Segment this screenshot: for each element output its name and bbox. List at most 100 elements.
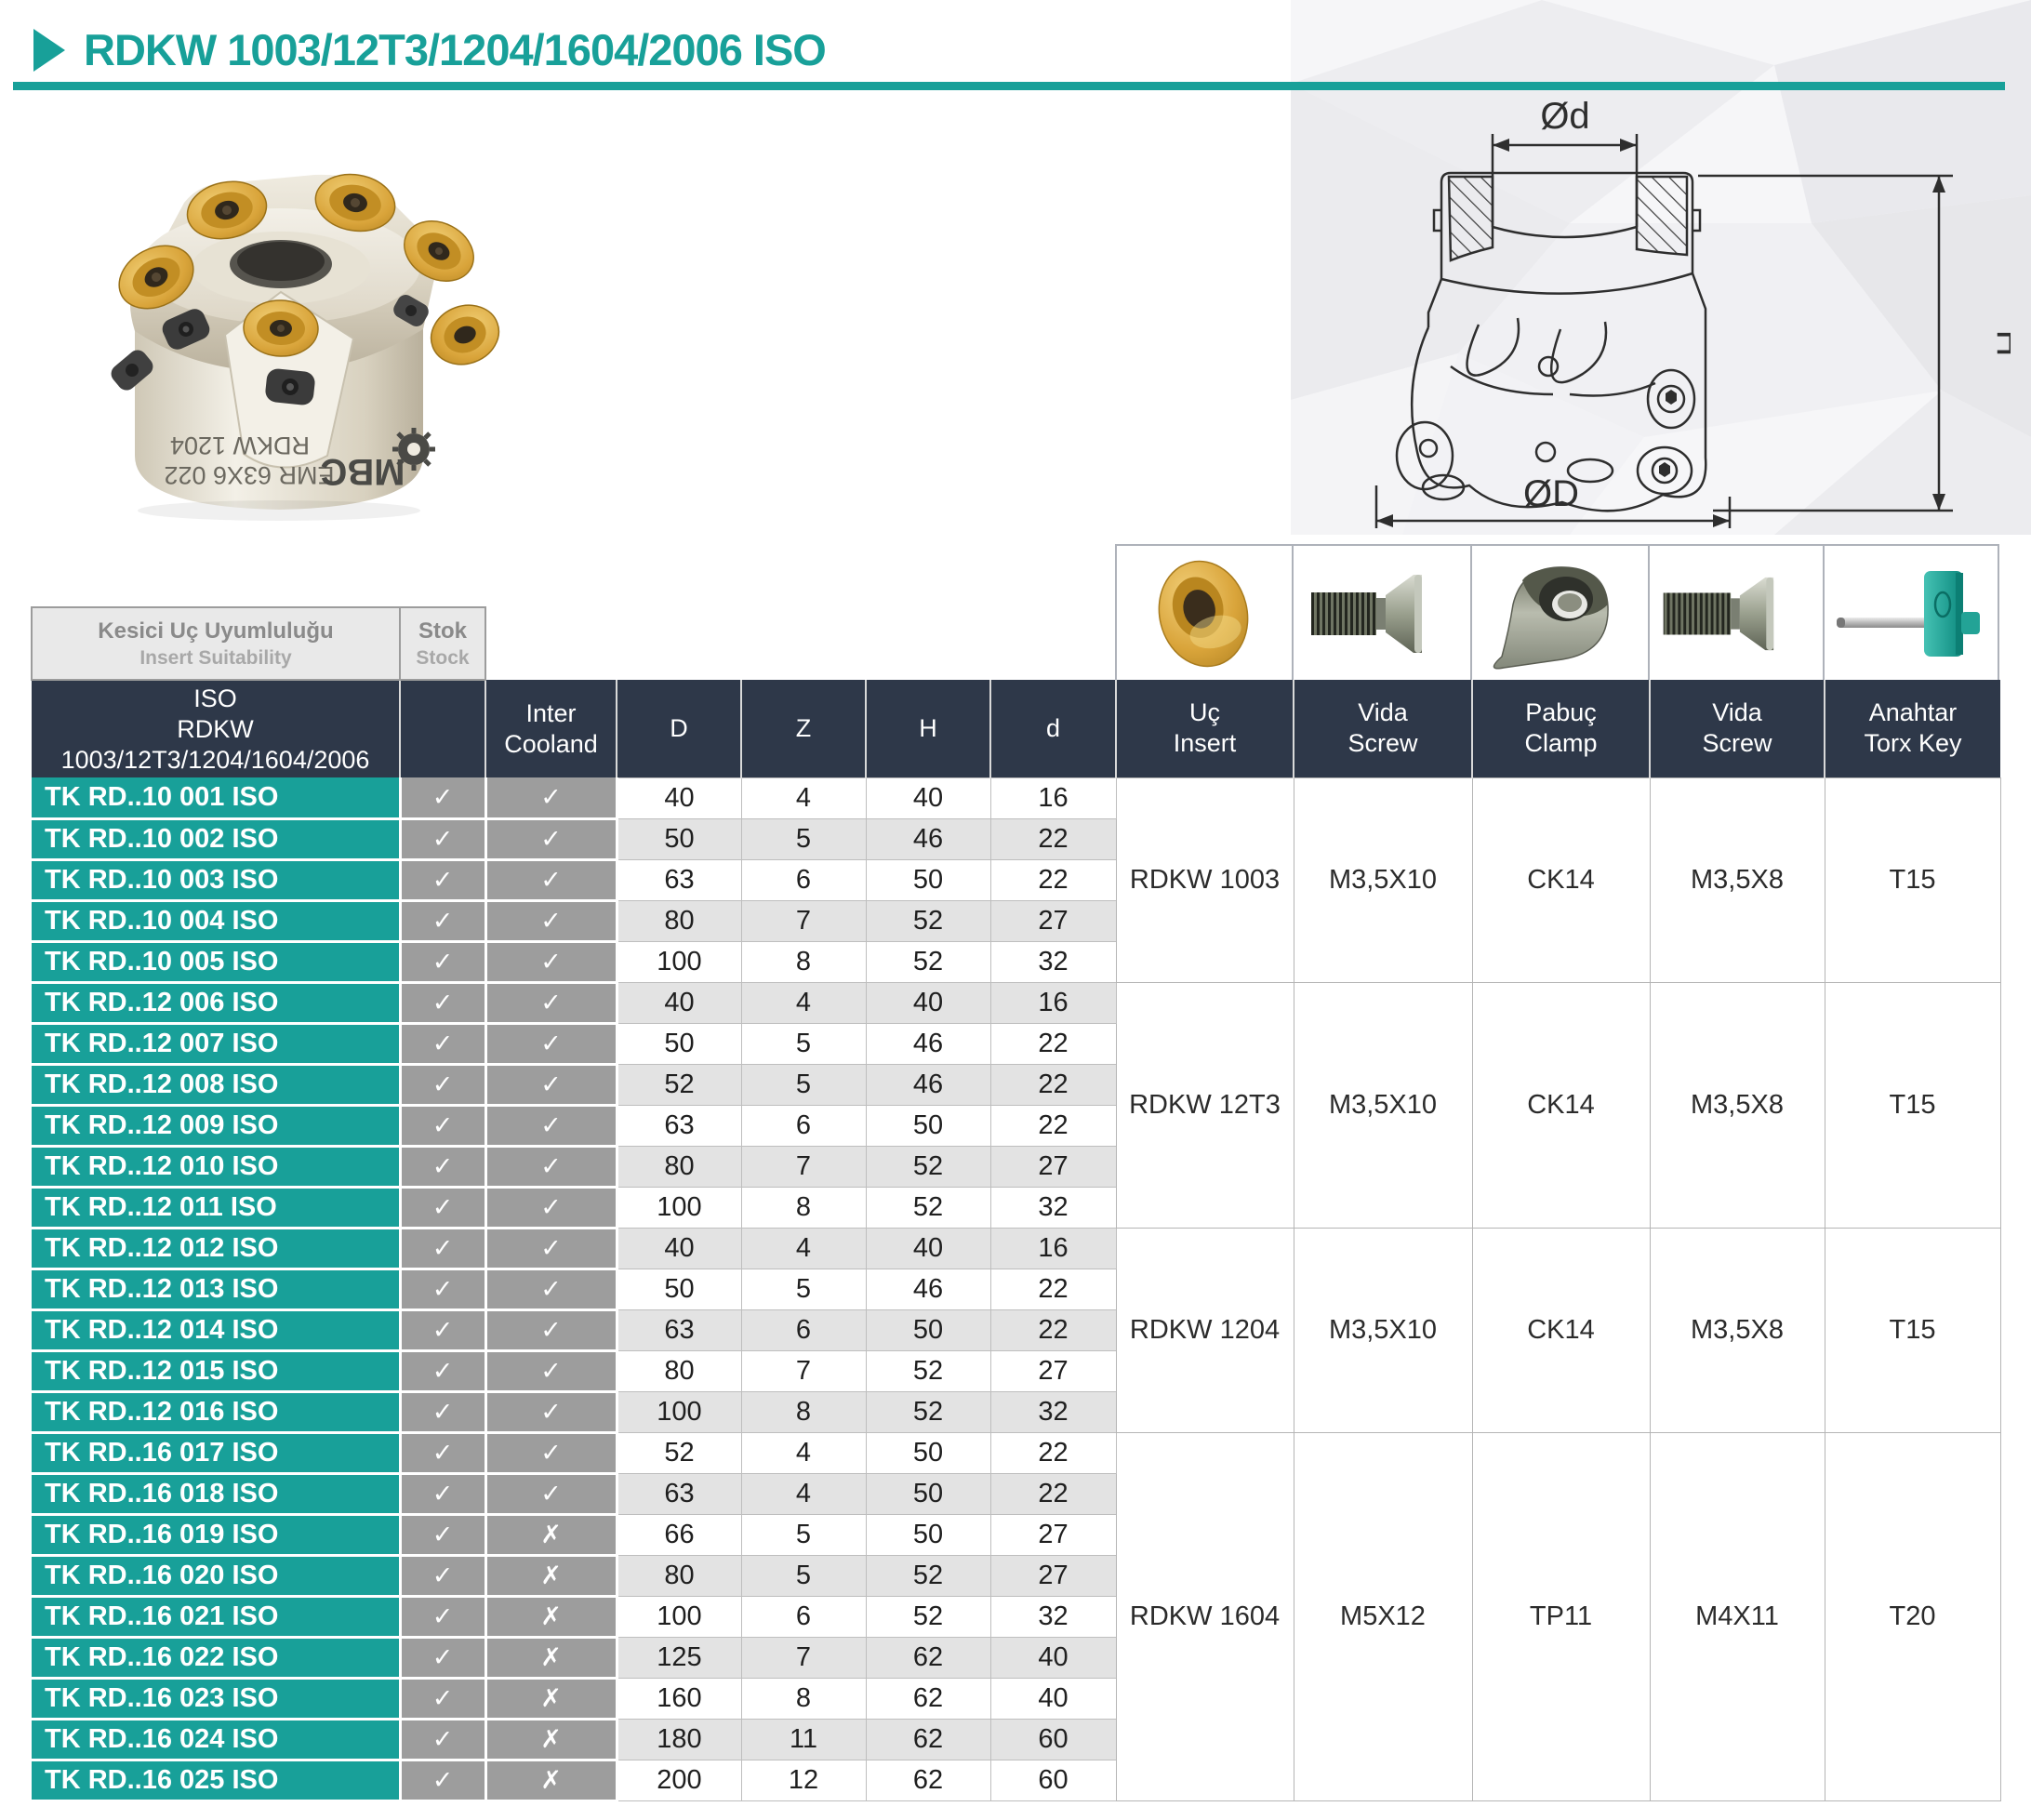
stock-check-cell: ✓: [400, 1146, 485, 1187]
spec-table-body: TK RD..10 001 ISO✓✓4044016RDKW 1003M3,5X…: [32, 777, 2000, 1800]
page-title: RDKW 1003/12T3/1204/1604/2006 ISO: [84, 24, 826, 75]
product-code-cell: TK RD..16 020 ISO: [32, 1555, 400, 1596]
d-cell: 32: [990, 1391, 1116, 1432]
stock-check-cell: ✓: [400, 1187, 485, 1228]
H-cell: 50: [866, 1473, 990, 1514]
stock-title-en: Stock: [401, 645, 485, 671]
cooland-check-cell: ✓: [485, 818, 617, 859]
col-header-D: D: [617, 680, 741, 777]
clamp-group-cell: CK14: [1472, 1228, 1650, 1432]
Z-cell: 5: [741, 1514, 866, 1555]
d-cell: 16: [990, 777, 1116, 818]
product-code-cell: TK RD..12 011 ISO: [32, 1187, 400, 1228]
cooland-check-cell: ✓: [485, 941, 617, 982]
screw2-group-cell: M3,5X8: [1650, 777, 1825, 982]
suitability-header-row: Kesici Uç Uyumluluğu Insert Suitability …: [32, 607, 2000, 680]
screw1-group-cell: M5X12: [1294, 1432, 1472, 1800]
dim-label-outer: ØD: [1523, 473, 1579, 514]
Z-cell: 6: [741, 859, 866, 900]
stock-check-cell: ✓: [400, 1391, 485, 1432]
stock-check-cell: ✓: [400, 1228, 485, 1269]
spec-table: Kesici Uç Uyumluluğu Insert Suitability …: [31, 606, 2001, 1802]
H-cell: 52: [866, 1146, 990, 1187]
H-cell: 52: [866, 900, 990, 941]
cooland-check-cell: ✗: [485, 1719, 617, 1760]
H-cell: 52: [866, 1596, 990, 1637]
brand-gear-icon: [392, 428, 435, 471]
H-cell: 50: [866, 1105, 990, 1146]
cooland-check-cell: ✓: [485, 859, 617, 900]
Z-cell: 8: [741, 1187, 866, 1228]
stock-check-cell: ✓: [400, 1678, 485, 1719]
product-code-cell: TK RD..12 007 ISO: [32, 1023, 400, 1064]
screw2-group-cell: M3,5X8: [1650, 1228, 1825, 1432]
cooland-check-cell: ✓: [485, 1309, 617, 1350]
col-header-iso: ISO RDKW 1003/12T3/1204/1604/2006: [32, 680, 400, 777]
cooland-check-cell: ✗: [485, 1514, 617, 1555]
d-cell: 27: [990, 1514, 1116, 1555]
col-header-torx: Anahtar Torx Key: [1825, 680, 2000, 777]
D-cell: 80: [617, 1555, 741, 1596]
product-code-cell: TK RD..12 009 ISO: [32, 1105, 400, 1146]
cooland-check-cell: ✓: [485, 1064, 617, 1105]
product-code-cell: TK RD..12 010 ISO: [32, 1146, 400, 1187]
product-code-cell: TK RD..16 024 ISO: [32, 1719, 400, 1760]
Z-cell: 6: [741, 1596, 866, 1637]
d-cell: 60: [990, 1719, 1116, 1760]
insert-suitability-header: Kesici Uç Uyumluluğu Insert Suitability: [32, 607, 400, 680]
product-code-cell: TK RD..16 025 ISO: [32, 1760, 400, 1800]
cooland-check-cell: ✗: [485, 1760, 617, 1800]
Z-cell: 4: [741, 1473, 866, 1514]
D-cell: 63: [617, 1309, 741, 1350]
d-cell: 22: [990, 859, 1116, 900]
table-row: TK RD..10 001 ISO✓✓4044016RDKW 1003M3,5X…: [32, 777, 2000, 818]
D-cell: 160: [617, 1678, 741, 1719]
title-underline: [13, 82, 2005, 90]
stock-check-cell: ✓: [400, 777, 485, 818]
stock-check-cell: ✓: [400, 818, 485, 859]
H-cell: 40: [866, 777, 990, 818]
cooland-check-cell: ✓: [485, 1350, 617, 1391]
product-code-cell: TK RD..16 017 ISO: [32, 1432, 400, 1473]
D-cell: 63: [617, 1105, 741, 1146]
D-cell: 100: [617, 1596, 741, 1637]
brand-logo-text: MBC: [320, 451, 405, 492]
col-header-screw1: Vida Screw: [1294, 680, 1472, 777]
D-cell: 40: [617, 777, 741, 818]
D-cell: 80: [617, 1146, 741, 1187]
stock-check-cell: ✓: [400, 1309, 485, 1350]
cooland-check-cell: ✓: [485, 1391, 617, 1432]
cooland-check-cell: ✓: [485, 1187, 617, 1228]
product-code-cell: TK RD..10 003 ISO: [32, 859, 400, 900]
product-code-cell: TK RD..16 018 ISO: [32, 1473, 400, 1514]
product-code-cell: TK RD..16 022 ISO: [32, 1637, 400, 1678]
H-cell: 40: [866, 1228, 990, 1269]
D-cell: 52: [617, 1432, 741, 1473]
Z-cell: 5: [741, 1555, 866, 1596]
Z-cell: 8: [741, 1678, 866, 1719]
d-cell: 22: [990, 1269, 1116, 1309]
Z-cell: 8: [741, 1391, 866, 1432]
H-cell: 50: [866, 1514, 990, 1555]
product-code-cell: TK RD..12 012 ISO: [32, 1228, 400, 1269]
cooland-check-cell: ✓: [485, 982, 617, 1023]
product-code-cell: TK RD..12 014 ISO: [32, 1309, 400, 1350]
stock-check-cell: ✓: [400, 1432, 485, 1473]
cooland-check-cell: ✓: [485, 1023, 617, 1064]
d-cell: 60: [990, 1760, 1116, 1800]
cooland-check-cell: ✗: [485, 1637, 617, 1678]
col-header-d: d: [990, 680, 1116, 777]
stock-check-cell: ✓: [400, 1514, 485, 1555]
clamp-group-cell: TP11: [1472, 1432, 1650, 1800]
D-cell: 63: [617, 1473, 741, 1514]
H-cell: 62: [866, 1678, 990, 1719]
stock-check-cell: ✓: [400, 1760, 485, 1800]
d-cell: 22: [990, 1309, 1116, 1350]
torx-group-cell: T15: [1825, 982, 2000, 1228]
stock-check-cell: ✓: [400, 900, 485, 941]
D-cell: 100: [617, 1391, 741, 1432]
stock-check-cell: ✓: [400, 1064, 485, 1105]
Z-cell: 5: [741, 818, 866, 859]
torx-group-cell: T15: [1825, 1228, 2000, 1432]
cooland-check-cell: ✗: [485, 1555, 617, 1596]
